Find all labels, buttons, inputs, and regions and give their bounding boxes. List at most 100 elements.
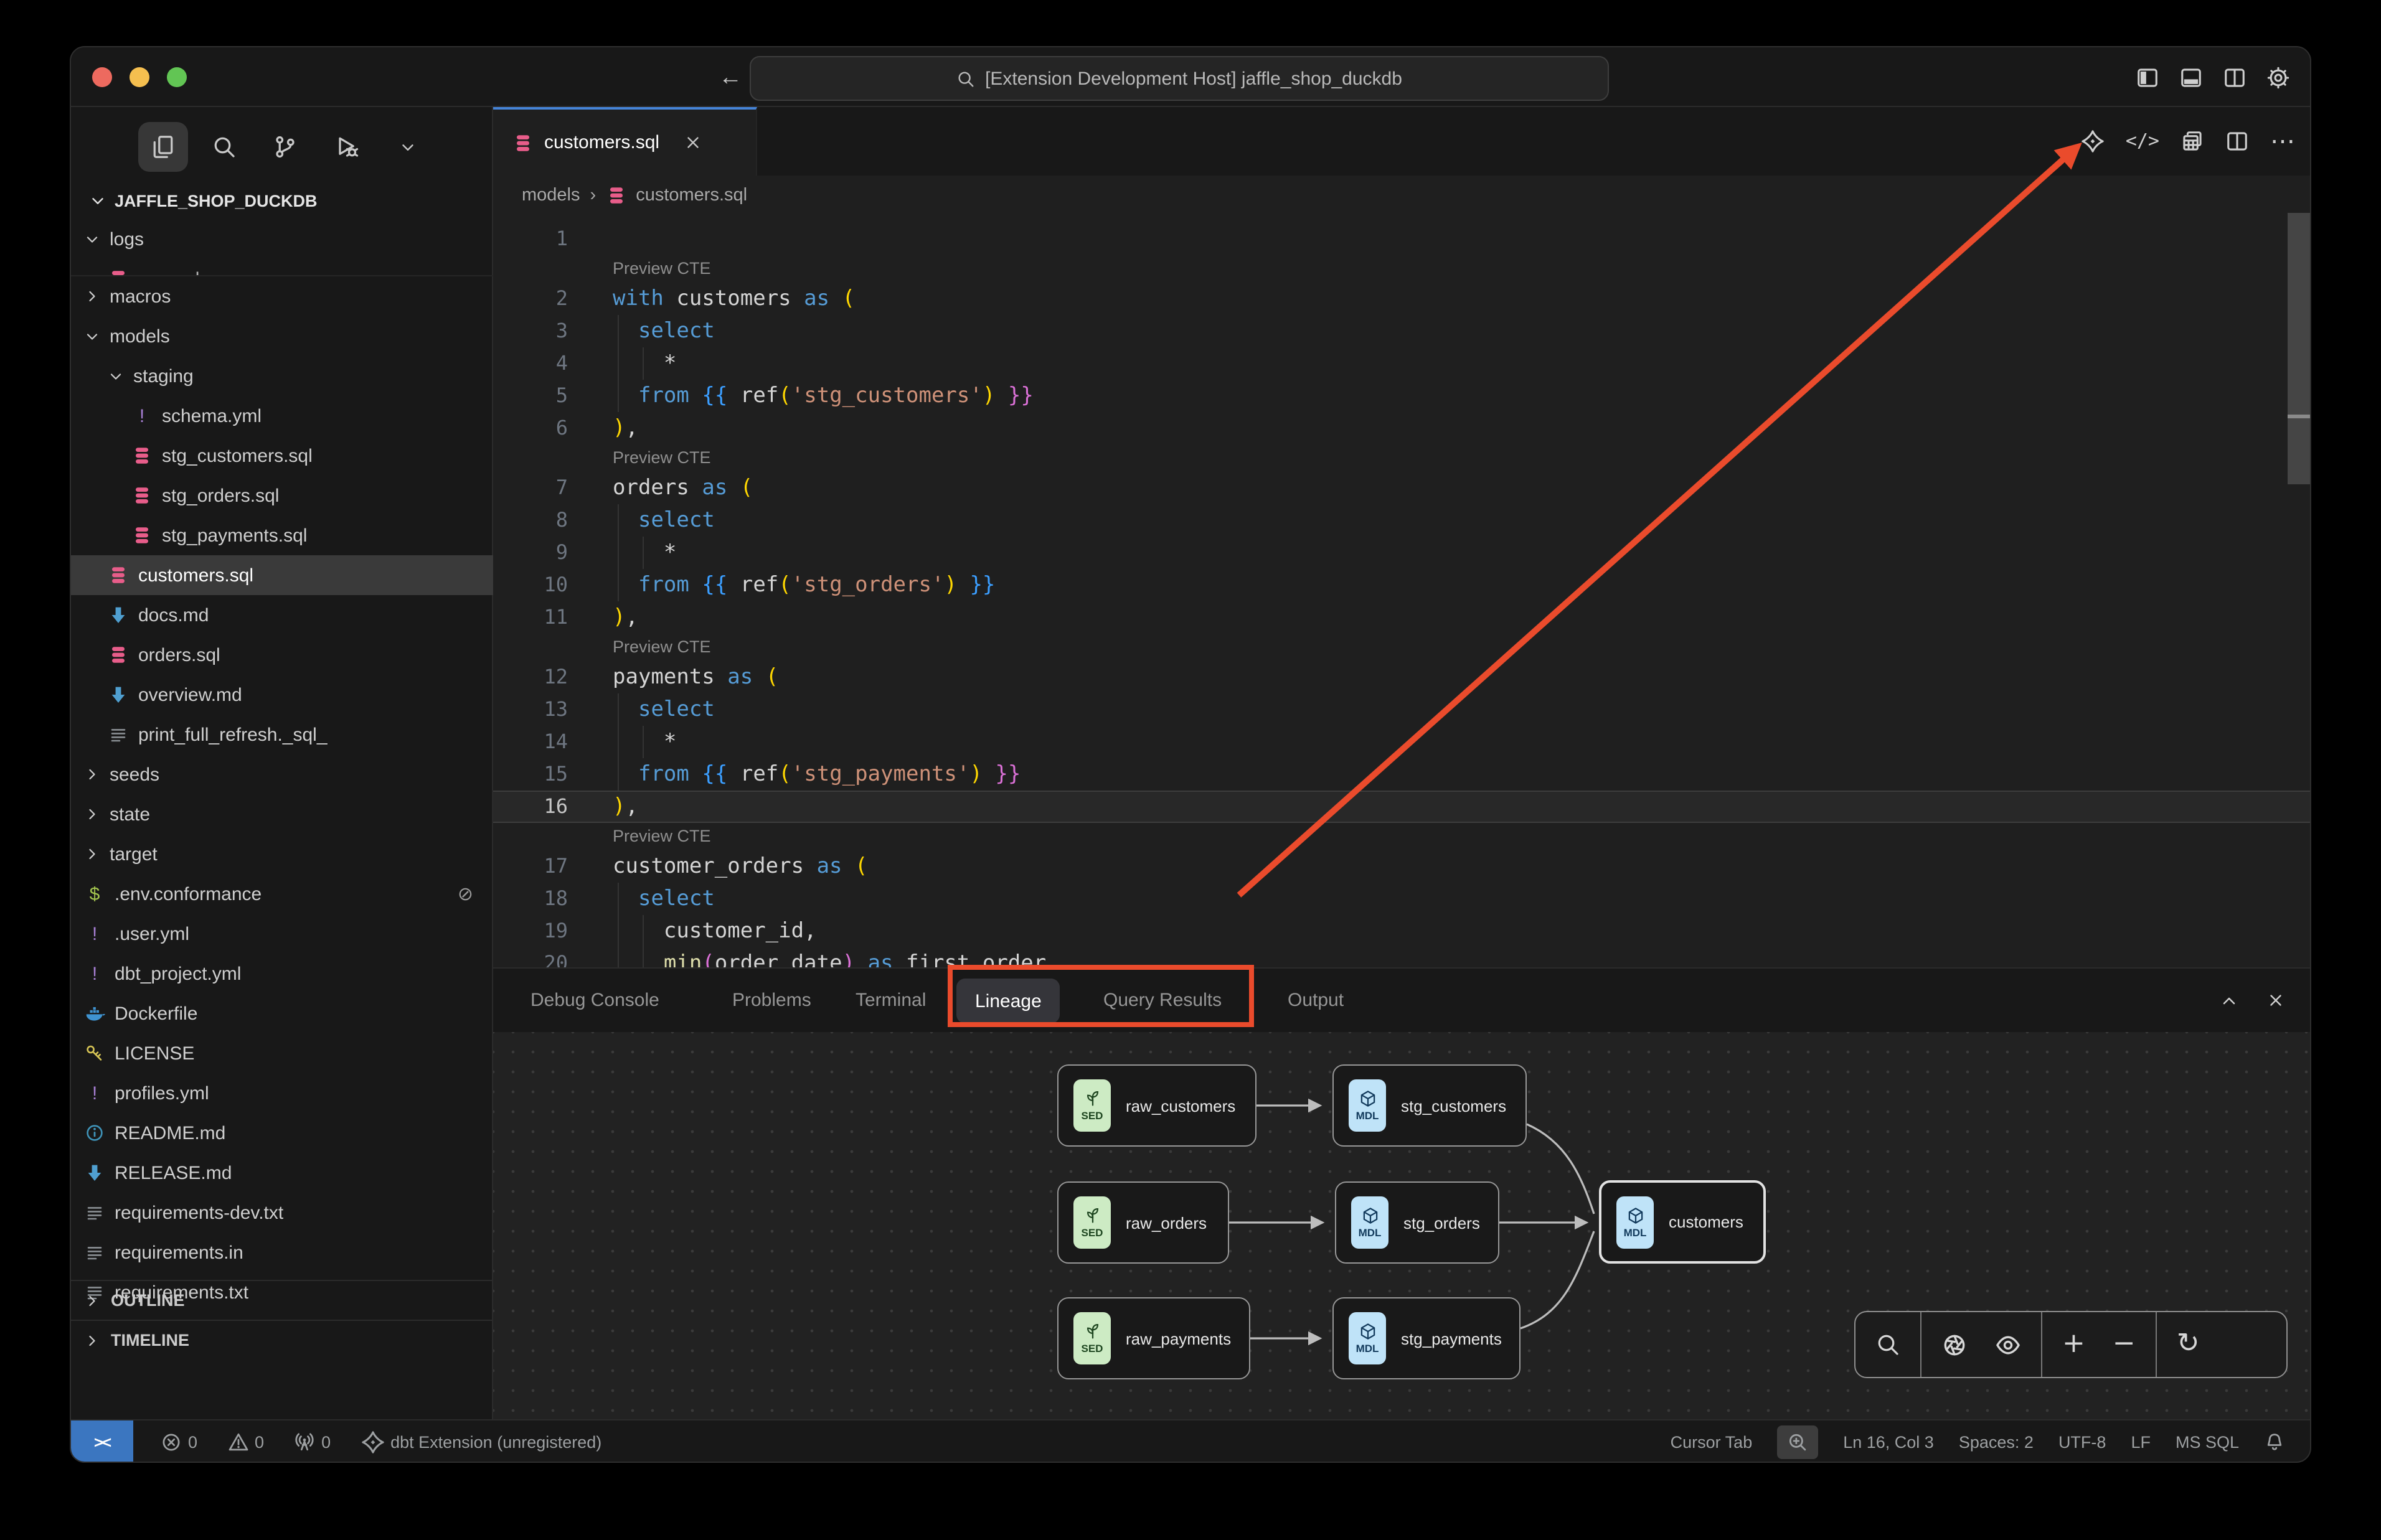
status-ms-sql[interactable]: MS SQL bbox=[2176, 1433, 2239, 1452]
tree-file-requirements-in[interactable]: requirements.in bbox=[71, 1232, 493, 1272]
code-line-8[interactable]: 8 select bbox=[493, 504, 2311, 537]
panel-tab-query-results[interactable]: Query Results bbox=[1103, 969, 1222, 1032]
lineage-node-raw_payments[interactable]: SEDraw_payments bbox=[1057, 1297, 1250, 1379]
tree-folder-logs[interactable]: logs bbox=[71, 219, 493, 259]
eye-icon[interactable] bbox=[1995, 1331, 2021, 1358]
explorer-header[interactable]: JAFFLE_SHOP_DUCKDB bbox=[71, 182, 511, 219]
tree-file-schema-yml[interactable]: !schema.yml bbox=[71, 396, 493, 436]
code-editor[interactable]: 1Preview CTE2with customers as (3 select… bbox=[493, 215, 2311, 975]
code-line-10[interactable]: 10 from {{ ref('stg_orders') }} bbox=[493, 569, 2311, 601]
code-line-12[interactable]: 12payments as ( bbox=[493, 661, 2311, 693]
status-bell[interactable] bbox=[2264, 1432, 2285, 1453]
panel-tab-lineage[interactable]: Lineage bbox=[956, 979, 1060, 1023]
panel-tab-terminal[interactable]: Terminal bbox=[856, 969, 926, 1032]
tree-file-readme-md[interactable]: README.md bbox=[71, 1113, 493, 1153]
tree-file-license[interactable]: LICENSE bbox=[71, 1033, 493, 1073]
code-line-17[interactable]: 17customer_orders as ( bbox=[493, 850, 2311, 883]
code-line-19[interactable]: 19 customer_id, bbox=[493, 915, 2311, 947]
tree-file-profiles-yml[interactable]: !profiles.yml bbox=[71, 1073, 493, 1113]
status-spaces-2[interactable]: Spaces: 2 bbox=[1959, 1433, 2034, 1452]
activity-source-control-button[interactable] bbox=[260, 122, 310, 172]
tab-customers-sql[interactable]: customers.sql bbox=[493, 107, 757, 176]
status-ln-16-col-3[interactable]: Ln 16, Col 3 bbox=[1843, 1433, 1934, 1452]
tree-file-customers-sql[interactable]: customers.sql bbox=[71, 555, 493, 595]
status-zoom-in[interactable] bbox=[1777, 1425, 1818, 1459]
activity-chevron-down-button[interactable] bbox=[382, 122, 432, 172]
status-lf[interactable]: LF bbox=[2131, 1433, 2151, 1452]
tree-file-stg-customers-sql[interactable]: stg_customers.sql bbox=[71, 436, 493, 476]
editor-scrollbar[interactable] bbox=[2288, 213, 2310, 484]
code-line-2[interactable]: 2with customers as ( bbox=[493, 283, 2311, 315]
tree-file-overview-md[interactable]: overview.md bbox=[71, 675, 493, 715]
tree-file--env-conformance[interactable]: $.env.conformance⊘ bbox=[71, 874, 493, 914]
breadcrumb-folder[interactable]: models bbox=[522, 185, 580, 205]
codelens-preview-cte[interactable]: Preview CTE bbox=[613, 634, 2311, 661]
close-window-button[interactable] bbox=[92, 67, 112, 87]
tree-file-stg-orders-sql[interactable]: stg_orders.sql bbox=[71, 476, 493, 515]
status-error-circle[interactable]: 0 bbox=[161, 1432, 197, 1453]
settings-gear-icon[interactable] bbox=[2266, 65, 2290, 89]
lineage-node-stg_payments[interactable]: MDLstg_payments bbox=[1332, 1297, 1521, 1379]
tree-file-docs-md[interactable]: docs.md bbox=[71, 595, 493, 635]
panel-tab-debug-console[interactable]: Debug Console bbox=[530, 969, 659, 1032]
activity-search-button[interactable] bbox=[199, 122, 249, 172]
code-line-11[interactable]: 11), bbox=[493, 601, 2311, 634]
activity-files-button[interactable] bbox=[138, 122, 188, 172]
tree-folder-target[interactable]: target bbox=[71, 834, 493, 874]
breadcrumb[interactable]: models › customers.sql bbox=[493, 176, 2311, 215]
code-line-5[interactable]: 5 from {{ ref('stg_customers') }} bbox=[493, 380, 2311, 412]
codelens-preview-cte[interactable]: Preview CTE bbox=[613, 444, 2311, 472]
tree-file-requirements-dev-txt[interactable]: requirements-dev.txt bbox=[71, 1193, 493, 1232]
code-line-4[interactable]: 4 * bbox=[493, 347, 2311, 380]
tree-file-stg-payments-sql[interactable]: stg_payments.sql bbox=[71, 515, 493, 555]
back-arrow-icon[interactable]: ← bbox=[719, 65, 742, 89]
layout-split-icon[interactable] bbox=[2225, 129, 2249, 153]
sidebar-section-timeline[interactable]: TIMELINE bbox=[71, 1320, 493, 1359]
code-line-1[interactable]: 1 bbox=[493, 223, 2311, 255]
tree-file-release-md[interactable]: RELEASE.md bbox=[71, 1153, 493, 1193]
tree-file-print-full-refresh-sql-[interactable]: print_full_refresh._sql_ bbox=[71, 715, 493, 754]
lineage-node-customers[interactable]: MDLcustomers bbox=[1599, 1180, 1766, 1264]
panel-tab-output[interactable]: Output bbox=[1288, 969, 1344, 1032]
code-icon[interactable]: </> bbox=[2126, 132, 2159, 151]
tree-folder-seeds[interactable]: seeds bbox=[71, 754, 493, 794]
codelens-preview-cte[interactable]: Preview CTE bbox=[613, 255, 2311, 283]
status-broadcast[interactable]: 0 bbox=[294, 1432, 331, 1453]
dbt-star-icon[interactable] bbox=[2081, 129, 2105, 153]
code-line-13[interactable]: 13 select bbox=[493, 693, 2311, 726]
code-line-16[interactable]: 16), bbox=[493, 791, 2311, 823]
remote-indicator[interactable]: >< bbox=[71, 1420, 133, 1463]
code-line-18[interactable]: 18 select bbox=[493, 883, 2311, 915]
code-line-7[interactable]: 7orders as ( bbox=[493, 472, 2311, 504]
breadcrumb-file[interactable]: customers.sql bbox=[636, 185, 747, 205]
codelens-preview-cte[interactable]: Preview CTE bbox=[613, 823, 2311, 850]
lineage-node-raw_orders[interactable]: SEDraw_orders bbox=[1057, 1181, 1229, 1264]
layout-panel-icon[interactable] bbox=[2179, 65, 2203, 89]
lineage-node-raw_customers[interactable]: SEDraw_customers bbox=[1057, 1064, 1257, 1147]
layout-split-icon[interactable] bbox=[2223, 65, 2247, 89]
search-icon[interactable] bbox=[1875, 1332, 1900, 1357]
tree-folder-staging[interactable]: staging bbox=[71, 356, 493, 396]
code-line-9[interactable]: 9 * bbox=[493, 537, 2311, 569]
status-utf-8[interactable]: UTF-8 bbox=[2058, 1433, 2106, 1452]
tree-file-query-log-sq[interactable]: query_log.sq bbox=[71, 259, 493, 276]
plus-icon[interactable]: + bbox=[2062, 1331, 2085, 1358]
command-center-search[interactable]: [Extension Development Host] jaffle_shop… bbox=[750, 56, 1609, 101]
refresh-icon[interactable]: ↻ bbox=[2177, 1331, 2200, 1358]
code-line-15[interactable]: 15 from {{ ref('stg_payments') }} bbox=[493, 758, 2311, 791]
tree-folder-models[interactable]: models bbox=[71, 316, 493, 356]
layout-sidebar-icon[interactable] bbox=[2136, 65, 2159, 89]
status-dbt-star[interactable]: dbt Extension (unregistered) bbox=[361, 1430, 601, 1454]
chevron-up-icon[interactable] bbox=[2219, 990, 2239, 1010]
code-line-14[interactable]: 14 * bbox=[493, 726, 2311, 758]
sidebar-section-outline[interactable]: OUTLINE bbox=[71, 1280, 493, 1320]
activity-run-debug-button[interactable] bbox=[321, 122, 371, 172]
code-line-6[interactable]: 6), bbox=[493, 412, 2311, 444]
ellipsis-icon[interactable]: ⋯ bbox=[2270, 129, 2295, 154]
aperture-icon[interactable] bbox=[1941, 1331, 1968, 1358]
panel-tab-problems[interactable]: Problems bbox=[732, 969, 811, 1032]
status-warning-triangle[interactable]: 0 bbox=[227, 1432, 264, 1453]
zoom-window-button[interactable] bbox=[167, 67, 187, 87]
close-icon[interactable] bbox=[683, 133, 702, 152]
lineage-node-stg_customers[interactable]: MDLstg_customers bbox=[1332, 1064, 1527, 1147]
